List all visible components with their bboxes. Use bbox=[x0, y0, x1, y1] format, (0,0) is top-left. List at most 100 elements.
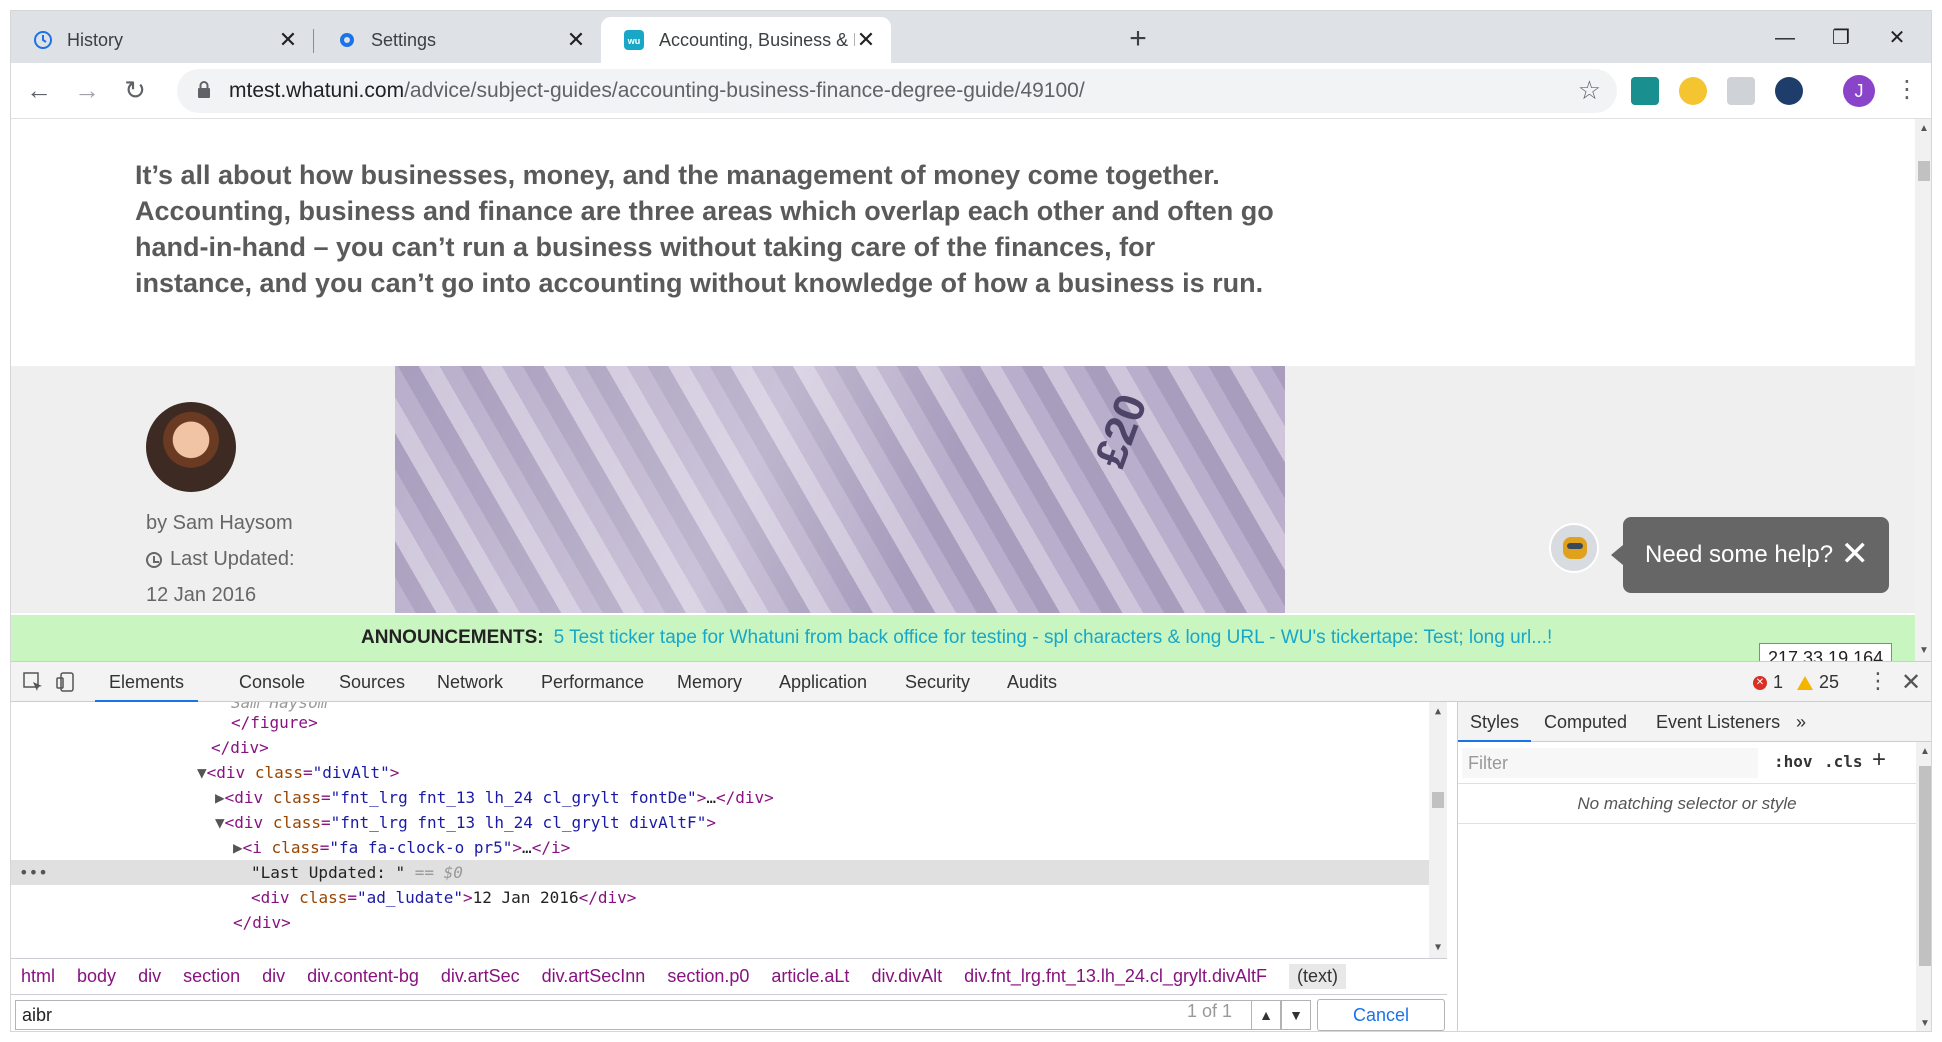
help-bubble[interactable]: Need some help? ✕ bbox=[1611, 517, 1889, 593]
styles-filter-input[interactable]: Filter bbox=[1462, 748, 1758, 778]
back-icon[interactable]: ← bbox=[21, 73, 57, 109]
extension-2-icon[interactable] bbox=[1679, 77, 1707, 105]
window-close-icon[interactable]: ✕ bbox=[1877, 23, 1917, 53]
extension-1-icon[interactable] bbox=[1631, 77, 1659, 105]
find-result-count: 1 of 1 bbox=[1187, 1001, 1233, 1021]
breadcrumb-div[interactable]: div bbox=[262, 966, 285, 987]
author-name[interactable]: by Sam Haysom bbox=[146, 512, 293, 535]
tab-history[interactable]: History ✕ bbox=[11, 17, 313, 63]
device-toolbar-icon[interactable] bbox=[55, 670, 79, 694]
devtools-menu-icon[interactable]: ⋮ bbox=[1867, 668, 1889, 694]
tab-event-listeners[interactable]: Event Listeners bbox=[1656, 702, 1780, 742]
breadcrumb-artsecinn[interactable]: div.artSecInn bbox=[542, 966, 646, 987]
tab-computed[interactable]: Computed bbox=[1544, 702, 1627, 742]
new-rule-icon[interactable]: + bbox=[1872, 746, 1886, 774]
collapse-arrow-icon[interactable]: ▶ bbox=[233, 838, 243, 857]
breadcrumb-body[interactable]: body bbox=[77, 966, 116, 987]
breadcrumb-divalt[interactable]: div.divAlt bbox=[871, 966, 942, 987]
ellipsis-icon[interactable]: ••• bbox=[19, 860, 48, 885]
tab-separator bbox=[313, 29, 314, 53]
code-line[interactable]: <div class="ad_ludate">12 Jan 2016</div> bbox=[11, 885, 1429, 910]
breadcrumb-article[interactable]: article.aLt bbox=[771, 966, 849, 987]
code-line[interactable]: ▼<div class="divAlt"> bbox=[11, 760, 1429, 785]
new-tab-button[interactable]: + bbox=[1123, 24, 1153, 55]
cls-toggle[interactable]: .cls bbox=[1824, 752, 1863, 771]
forward-icon[interactable]: → bbox=[69, 73, 105, 109]
lock-icon bbox=[198, 81, 210, 98]
code-line[interactable]: ▶<i class="fa fa-clock-o pr5">…</i> bbox=[11, 835, 1429, 860]
find-next-icon[interactable]: ▼ bbox=[1281, 1000, 1311, 1030]
tab-settings[interactable]: Settings ✕ bbox=[315, 17, 601, 63]
breadcrumb-artsec[interactable]: div.artSec bbox=[441, 966, 520, 987]
code-line[interactable]: </div> bbox=[11, 735, 1429, 760]
scroll-up-icon[interactable]: ▲ bbox=[1432, 706, 1444, 717]
browser-menu-icon[interactable]: ⋮ bbox=[1895, 75, 1919, 107]
extension-3-icon[interactable] bbox=[1727, 77, 1755, 105]
code-line[interactable]: ▼<div class="fnt_lrg fnt_13 lh_24 cl_gry… bbox=[11, 810, 1429, 835]
devtools-tab-audits[interactable]: Audits bbox=[1007, 662, 1057, 702]
ip-address-badge: 217.33.19.164 bbox=[1759, 643, 1893, 661]
reload-icon[interactable]: ↻ bbox=[117, 73, 153, 109]
scroll-up-icon[interactable]: ▲ bbox=[1919, 746, 1931, 757]
announcement-link[interactable]: 5 Test ticker tape for Whatuni from back… bbox=[554, 627, 1553, 649]
scroll-up-icon[interactable]: ▲ bbox=[1918, 123, 1930, 134]
breadcrumb-section-p0[interactable]: section.p0 bbox=[667, 966, 749, 987]
close-icon[interactable]: ✕ bbox=[565, 27, 587, 52]
collapse-arrow-icon[interactable]: ▶ bbox=[215, 788, 225, 807]
hov-toggle[interactable]: :hov bbox=[1774, 752, 1813, 771]
breadcrumb-text[interactable]: (text) bbox=[1288, 964, 1346, 989]
devtools-tab-security[interactable]: Security bbox=[905, 662, 970, 702]
styles-scrollbar[interactable]: ▲ ▼ bbox=[1916, 742, 1931, 1031]
devtools-tab-memory[interactable]: Memory bbox=[677, 662, 742, 702]
elements-tree[interactable]: Sam Haysom </figure> </div> ▼<div class=… bbox=[11, 702, 1447, 958]
history-icon bbox=[34, 31, 52, 49]
find-previous-icon[interactable]: ▲ bbox=[1251, 1000, 1281, 1030]
profile-avatar[interactable]: J bbox=[1843, 75, 1875, 107]
chatbot-avatar-icon[interactable] bbox=[1549, 523, 1599, 573]
expand-arrow-icon[interactable]: ▼ bbox=[197, 763, 207, 782]
selected-code-line[interactable]: ••• "Last Updated: " == $0 bbox=[11, 860, 1429, 885]
devtools-tab-sources[interactable]: Sources bbox=[339, 662, 405, 702]
breadcrumb-section[interactable]: section bbox=[183, 966, 240, 987]
address-bar[interactable]: mtest.whatuni.com/advice/subject-guides/… bbox=[177, 69, 1617, 113]
close-icon[interactable]: ✕ bbox=[855, 27, 877, 52]
article-intro: It’s all about how businesses, money, an… bbox=[135, 160, 1274, 298]
warning-count: 25 bbox=[1819, 672, 1840, 692]
breadcrumb-content-bg[interactable]: div.content-bg bbox=[307, 966, 419, 987]
tab-title: Settings bbox=[371, 29, 437, 50]
code-line[interactable]: ▶<div class="fnt_lrg fnt_13 lh_24 cl_gry… bbox=[11, 785, 1429, 810]
close-icon[interactable]: ✕ bbox=[277, 27, 299, 52]
scrollbar-thumb[interactable] bbox=[1432, 792, 1444, 808]
close-icon[interactable]: ✕ bbox=[1841, 537, 1870, 571]
breadcrumb-divaltf[interactable]: div.fnt_lrg.fnt_13.lh_24.cl_grylt.divAlt… bbox=[964, 966, 1267, 987]
devtools-tab-application[interactable]: Application bbox=[779, 662, 867, 702]
breadcrumb-html[interactable]: html bbox=[21, 966, 55, 987]
devtools-tab-network[interactable]: Network bbox=[437, 662, 503, 702]
find-input[interactable]: aibr bbox=[15, 1000, 1309, 1030]
devtools-tab-console[interactable]: Console bbox=[239, 662, 305, 702]
devtools-tab-elements[interactable]: Elements bbox=[95, 662, 199, 702]
code-line[interactable]: </figure> bbox=[11, 710, 1429, 735]
extension-ip-icon[interactable] bbox=[1775, 77, 1803, 105]
scroll-down-icon[interactable]: ▼ bbox=[1432, 942, 1444, 953]
devtools-tab-performance[interactable]: Performance bbox=[541, 662, 644, 702]
more-tabs-icon[interactable]: » bbox=[1796, 702, 1806, 742]
console-status[interactable]: ✕ 1 25 bbox=[1753, 672, 1839, 693]
expand-arrow-icon[interactable]: ▼ bbox=[215, 813, 225, 832]
breadcrumb-div[interactable]: div bbox=[138, 966, 161, 987]
scrollbar-thumb[interactable] bbox=[1918, 161, 1930, 181]
tab-styles[interactable]: Styles bbox=[1458, 702, 1532, 742]
restore-icon[interactable]: ❐ bbox=[1821, 23, 1861, 53]
page-scrollbar[interactable]: ▲ ▼ bbox=[1915, 119, 1931, 661]
bookmark-star-icon[interactable]: ☆ bbox=[1578, 75, 1601, 106]
scroll-down-icon[interactable]: ▼ bbox=[1919, 1018, 1931, 1029]
minimize-icon[interactable]: — bbox=[1765, 23, 1805, 53]
tab-accounting[interactable]: wu Accounting, Business & Finance D ✕ bbox=[601, 17, 891, 63]
inspect-element-icon[interactable] bbox=[21, 670, 45, 694]
elements-scrollbar[interactable]: ▲ ▼ bbox=[1429, 702, 1447, 958]
find-cancel-button[interactable]: Cancel bbox=[1317, 999, 1445, 1031]
scroll-down-icon[interactable]: ▼ bbox=[1918, 645, 1930, 656]
scrollbar-thumb[interactable] bbox=[1919, 766, 1931, 966]
code-line[interactable]: </div> bbox=[11, 910, 1429, 935]
devtools-close-icon[interactable]: ✕ bbox=[1901, 668, 1921, 697]
